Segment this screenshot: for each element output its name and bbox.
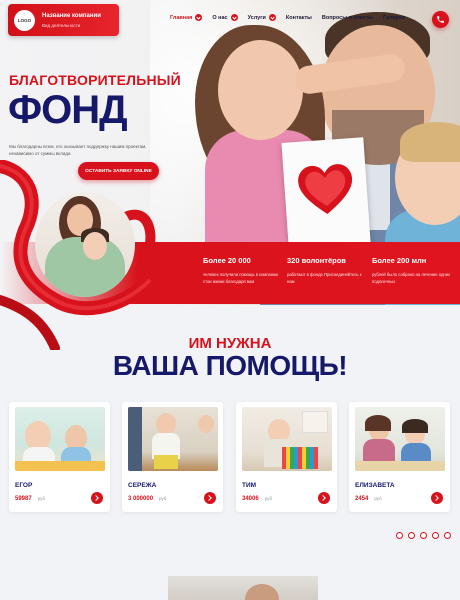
stat-desc: человек получили помощь в компании стои … bbox=[203, 272, 278, 284]
nav-label: Галерея bbox=[382, 14, 406, 21]
nav-item-about[interactable]: О нас bbox=[212, 14, 238, 21]
hero-description: Мы благодарны всем, кто оказывает поддер… bbox=[9, 144, 147, 156]
chevron-down-icon bbox=[195, 14, 203, 21]
stat-title: Более 20 000 bbox=[203, 256, 251, 265]
hero-title: ФОНД bbox=[8, 88, 128, 132]
child-card[interactable]: СЕРЕЖА 3 000000 руб bbox=[122, 402, 223, 512]
chevron-down-icon bbox=[268, 14, 276, 21]
child-card[interactable]: ЕЛИЗАВЕТА 2454 руб bbox=[349, 402, 450, 512]
child-card[interactable]: ТИМ 34006 руб bbox=[236, 402, 337, 512]
arrow-right-button[interactable] bbox=[318, 492, 330, 504]
main-nav: Главная О нас Услуги Контакты Вопросы и … bbox=[170, 14, 415, 21]
child-amount: 34006 руб bbox=[242, 496, 273, 502]
stat-desc: работают в фонде Присоединяйтесь к нам bbox=[287, 272, 362, 284]
child-card[interactable]: ЕГОР 59987 руб bbox=[9, 402, 110, 512]
nav-label: О нас bbox=[212, 14, 228, 21]
stat-helped: Более 20 000 человек получили помощь в к… bbox=[203, 256, 283, 285]
heart-card bbox=[281, 137, 371, 248]
heart-icon bbox=[298, 164, 353, 214]
next-section-photo bbox=[168, 576, 318, 600]
child-amount: 3 000000 руб bbox=[128, 496, 167, 502]
child-name: ЕГОР bbox=[15, 482, 33, 489]
company-subtitle: Вид деятельности bbox=[42, 23, 81, 28]
carousel-dot[interactable] bbox=[408, 532, 415, 539]
nav-label: Главная bbox=[170, 14, 193, 21]
carousel-dot[interactable] bbox=[432, 532, 439, 539]
apply-online-button[interactable]: ОСТАВИТЬ ЗАЯВКУ ONLINE bbox=[78, 162, 159, 180]
nav-item-gallery[interactable]: Галерея bbox=[383, 14, 405, 21]
child-photo bbox=[15, 407, 105, 471]
nav-item-home[interactable]: Главная bbox=[170, 14, 203, 21]
child-photo bbox=[242, 407, 332, 471]
arrow-right-button[interactable] bbox=[204, 492, 216, 504]
stat-title: 320 волонтёров bbox=[287, 256, 346, 265]
child-amount: 59987 руб bbox=[15, 496, 46, 502]
arrow-right-button[interactable] bbox=[91, 492, 103, 504]
hero-kicker: БЛАГОТВОРИТЕЛЬНЫЙ bbox=[9, 72, 181, 88]
child-name: СЕРЕЖА bbox=[128, 482, 157, 489]
phone-button[interactable] bbox=[432, 11, 449, 28]
chevron-down-icon bbox=[230, 14, 238, 21]
child-amount: 2454 руб bbox=[355, 496, 382, 502]
child-name: ЕЛИЗАВЕТА bbox=[355, 482, 395, 489]
nav-item-contacts[interactable]: Контакты bbox=[286, 14, 312, 21]
logo: LOGO bbox=[14, 10, 35, 31]
carousel-dot[interactable] bbox=[396, 532, 403, 539]
nav-item-services[interactable]: Услуги bbox=[248, 14, 276, 21]
nav-item-faq[interactable]: Вопросы и ответы bbox=[322, 14, 373, 21]
nav-label: Вопросы и ответы bbox=[321, 14, 373, 21]
stat-desc: рублей было собрано на лечение одних под… bbox=[372, 272, 451, 284]
child-photo bbox=[355, 407, 445, 471]
phone-icon bbox=[437, 16, 444, 23]
child-name: ТИМ bbox=[242, 482, 257, 489]
help-title: ВАША ПОМОЩЬ! bbox=[112, 350, 348, 381]
stat-title: Более 200 млн bbox=[372, 256, 427, 265]
nav-label: Контакты bbox=[285, 14, 312, 21]
page: Более 20 000 человек получили помощь в к… bbox=[0, 0, 460, 600]
logo-block[interactable]: LOGO Название компании Вид деятельности bbox=[8, 4, 119, 36]
child-photo bbox=[128, 407, 218, 471]
stat-raised: Более 200 млн рублей было собрано на леч… bbox=[372, 256, 452, 285]
carousel-dots bbox=[396, 532, 456, 539]
stat-volunteers: 320 волонтёров работают в фонде Присоеди… bbox=[287, 256, 367, 285]
carousel-dot[interactable] bbox=[420, 532, 427, 539]
nav-label: Услуги bbox=[247, 14, 266, 21]
mother-child-photo bbox=[35, 192, 135, 297]
arrow-right-button[interactable] bbox=[431, 492, 443, 504]
company-name: Название компании bbox=[42, 13, 101, 19]
carousel-dot[interactable] bbox=[444, 532, 451, 539]
